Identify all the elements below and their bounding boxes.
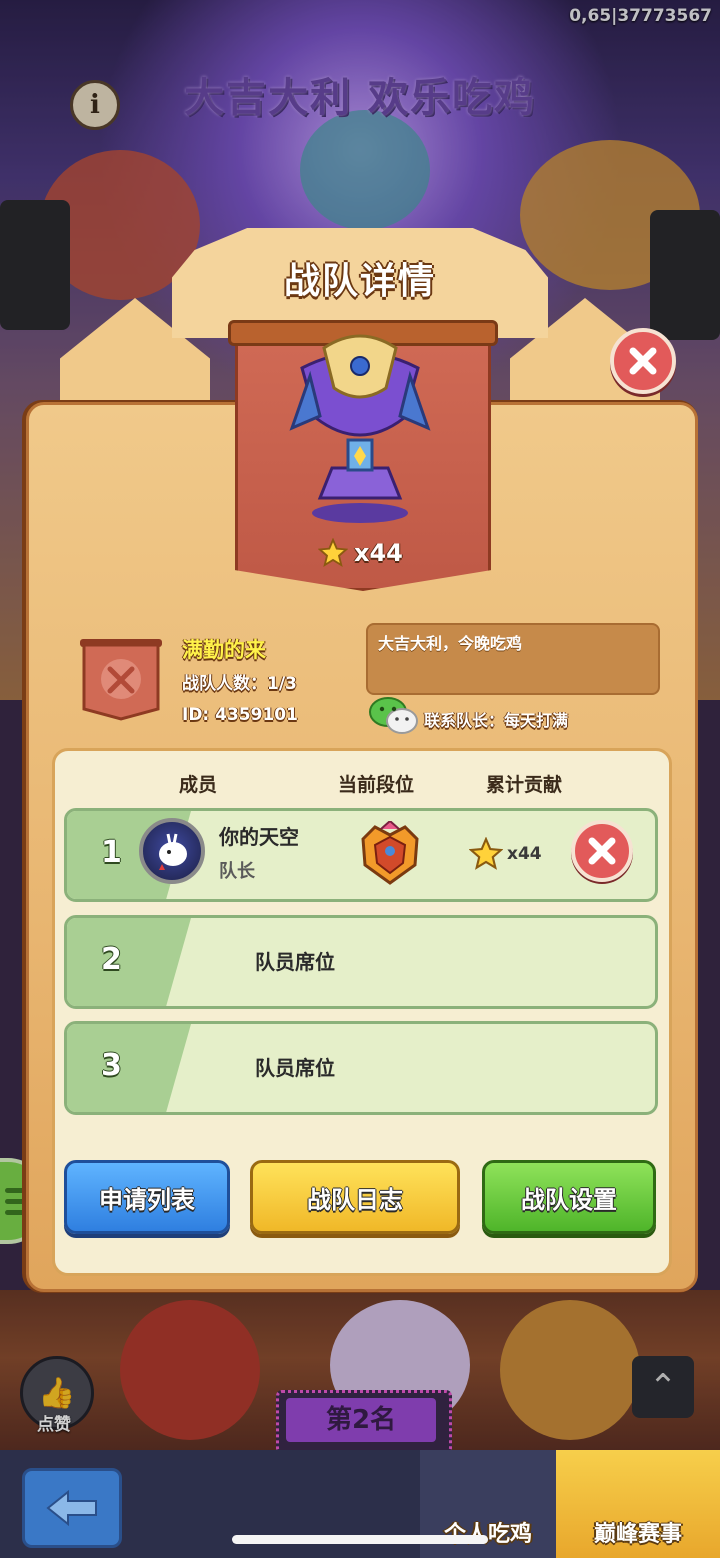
- col-header-contribution: 累计贡献: [485, 774, 562, 796]
- row-number-strip: [67, 918, 191, 1006]
- star-icon: [318, 538, 348, 567]
- team-settings-button[interactable]: 战队设置: [482, 1160, 656, 1234]
- row-number: 3: [101, 1048, 122, 1083]
- remove-member-button[interactable]: [571, 820, 633, 882]
- rank-tier-icon: [361, 821, 419, 885]
- arrow-left-icon: [46, 1489, 97, 1527]
- wechat-icon: [369, 697, 418, 734]
- contact-captain: 联系队长：每天打满: [424, 711, 569, 730]
- member-contribution-value: x44: [507, 844, 542, 864]
- dialog-title: 战队详情: [283, 261, 436, 302]
- trophy-stars: x44: [318, 536, 403, 570]
- team-log-button[interactable]: 战队日志: [250, 1160, 460, 1234]
- apply-list-button[interactable]: 申请列表: [64, 1160, 230, 1234]
- member-contribution: x44: [469, 837, 542, 871]
- star-icon: [469, 837, 503, 870]
- member-role: 队长: [219, 861, 255, 882]
- col-header-rank: 当前段位: [337, 774, 414, 796]
- member-row-empty[interactable]: 2 队员席位: [64, 915, 658, 1009]
- trophy-icon: [289, 334, 431, 523]
- empty-slot-label: 队员席位: [255, 950, 335, 974]
- team-name: 满勤的来: [182, 638, 266, 662]
- team-member-count: 战队人数：1/3: [182, 674, 297, 694]
- close-button[interactable]: [610, 328, 676, 394]
- row-number: 1: [101, 835, 122, 870]
- avatar-image: [159, 833, 187, 870]
- member-name: 你的天空: [219, 825, 299, 849]
- team-motto: 大吉大利，今晚吃鸡: [378, 634, 523, 653]
- close-icon: [588, 837, 616, 865]
- member-row[interactable]: 1 你的天空 队长 x44: [64, 808, 658, 902]
- col-header-member: 成员: [178, 774, 217, 796]
- tab-peak-event-label: 巅峰赛事: [593, 1522, 682, 1547]
- team-flag-icon: [80, 639, 162, 721]
- home-indicator: [232, 1535, 488, 1544]
- empty-slot-label: 队员席位: [255, 1056, 335, 1080]
- close-icon: [629, 347, 657, 375]
- member-row-empty[interactable]: 3 队员席位: [64, 1021, 658, 1115]
- team-id: ID: 4359101: [182, 705, 298, 725]
- tab-peak-event[interactable]: 巅峰赛事: [556, 1450, 720, 1558]
- back-button[interactable]: [22, 1468, 122, 1548]
- row-number: 2: [101, 942, 122, 977]
- row-number-strip: [67, 1024, 191, 1112]
- avatar[interactable]: [139, 818, 205, 884]
- trophy-star-count: x44: [354, 539, 403, 567]
